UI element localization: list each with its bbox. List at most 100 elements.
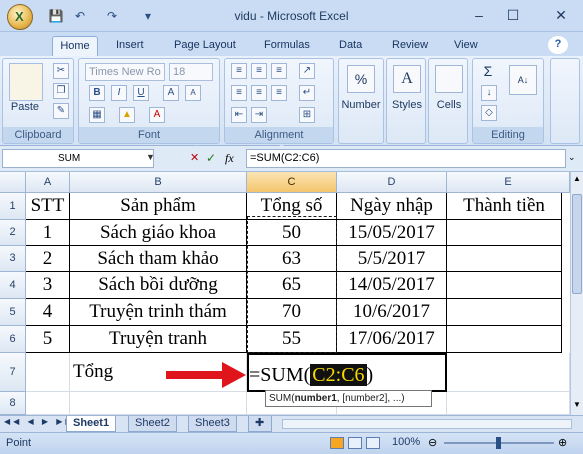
zoom-level[interactable]: 100%	[392, 436, 420, 448]
wrap-text-icon[interactable]: ↵	[299, 85, 315, 101]
help-icon[interactable]: ?	[548, 36, 568, 54]
table-cell[interactable]: Truyện trinh thám	[70, 299, 247, 326]
table-cell[interactable]: Sách bồi dưỡng	[70, 272, 247, 299]
tab-formulas[interactable]: Formulas	[260, 36, 314, 56]
bold-button[interactable]: B	[89, 85, 105, 101]
column-header-d[interactable]: D	[337, 172, 447, 193]
grid-cell[interactable]	[70, 392, 247, 415]
autosum-icon[interactable]: Σ	[479, 63, 497, 79]
styles-group[interactable]: A Styles	[386, 58, 426, 144]
table-header-cell[interactable]: Ngày nhập	[337, 193, 447, 220]
row-header[interactable]: 3	[0, 246, 26, 272]
align-left-icon[interactable]: ≡	[231, 85, 247, 101]
align-bottom-icon[interactable]: ≡	[271, 63, 287, 79]
font-color-icon[interactable]: A	[149, 107, 165, 123]
vertical-scrollbar[interactable]: ▲ ▼	[570, 172, 583, 415]
italic-button[interactable]: I	[111, 85, 127, 101]
scroll-down-icon[interactable]: ▼	[572, 400, 582, 410]
table-cell[interactable]	[447, 326, 562, 353]
percent-icon[interactable]: %	[347, 65, 375, 93]
table-header-cell[interactable]: Sản phẩm	[70, 193, 247, 220]
row-header[interactable]: 5	[0, 299, 26, 326]
table-cell[interactable]: Truyện tranh	[70, 326, 247, 353]
name-box-dropdown-icon[interactable]: ▼	[146, 152, 155, 162]
column-header-b[interactable]: B	[70, 172, 247, 193]
expand-formula-icon[interactable]: ⌄	[568, 152, 576, 163]
row-header[interactable]: 6	[0, 326, 26, 353]
align-middle-icon[interactable]: ≡	[251, 63, 267, 79]
cells-icon[interactable]	[435, 65, 463, 93]
sheet-nav-icons[interactable]: ◀◀ ◀ ▶ ▶▶	[4, 417, 75, 426]
table-cell[interactable]	[447, 272, 562, 299]
format-painter-icon[interactable]: ✎	[53, 103, 69, 119]
font-name-combo[interactable]: Times New Ro	[85, 63, 165, 81]
underline-button[interactable]: U	[133, 85, 149, 101]
column-header-e[interactable]: E	[447, 172, 570, 193]
cells-button[interactable]: Cells	[429, 99, 469, 111]
shrink-font-button[interactable]: A	[185, 85, 201, 101]
scroll-thumb[interactable]	[572, 194, 582, 294]
scroll-up-icon[interactable]: ▲	[572, 174, 582, 184]
fill-icon[interactable]: ↓	[481, 85, 497, 101]
name-box[interactable]: SUM	[2, 149, 154, 168]
minimize-button[interactable]: –	[462, 4, 496, 26]
increase-indent-icon[interactable]: ⇥	[251, 107, 267, 123]
formula-input[interactable]: =SUM(C2:C6)	[246, 149, 566, 168]
sheet-tab-2[interactable]: Sheet2	[128, 416, 177, 432]
cut-icon[interactable]: ✂	[53, 63, 69, 79]
in-cell-formula[interactable]: =SUM(C2:C6)	[249, 363, 373, 387]
table-cell[interactable]: 15/05/2017	[337, 220, 447, 246]
tab-page-layout[interactable]: Page Layout	[170, 36, 240, 56]
function-tooltip[interactable]: SUM(number1, [number2], ...)	[265, 390, 432, 407]
tab-review[interactable]: Review	[388, 36, 432, 56]
paste-button[interactable]: Paste	[5, 101, 45, 113]
sort-filter-icon[interactable]: A↓	[509, 65, 537, 95]
column-header-c[interactable]: C	[247, 172, 337, 193]
align-top-icon[interactable]: ≡	[231, 63, 247, 79]
insert-sheet-icon[interactable]: ✚	[248, 416, 272, 432]
grow-font-button[interactable]: A	[163, 85, 179, 101]
table-cell[interactable]	[447, 220, 562, 246]
table-cell[interactable]	[447, 246, 562, 272]
align-center-icon[interactable]: ≡	[251, 85, 267, 101]
close-button[interactable]: ✕	[542, 4, 580, 26]
font-size-combo[interactable]: 18	[169, 63, 213, 81]
table-header-cell[interactable]: Thành tiền	[447, 193, 562, 220]
grid-cell[interactable]	[447, 392, 570, 415]
fill-color-icon[interactable]: ▲	[119, 107, 135, 123]
table-header-cell[interactable]: STT	[26, 193, 70, 220]
grid-cell[interactable]	[26, 392, 70, 415]
table-cell[interactable]: 4	[26, 299, 70, 326]
select-all-corner[interactable]	[0, 172, 26, 193]
table-cell[interactable]: 5/5/2017	[337, 246, 447, 272]
table-cell[interactable]: 1	[26, 220, 70, 246]
paste-icon[interactable]	[9, 63, 43, 101]
insert-function-icon[interactable]: fx	[225, 151, 234, 166]
page-break-view-icon[interactable]	[366, 437, 380, 449]
tab-insert[interactable]: Insert	[112, 36, 148, 56]
number-button[interactable]: Number	[339, 99, 383, 111]
table-cell[interactable]: Sách tham khảo	[70, 246, 247, 272]
row-header[interactable]: 7	[0, 353, 26, 392]
borders-icon[interactable]: ▦	[89, 107, 105, 123]
styles-icon[interactable]: A	[393, 65, 421, 93]
row-header[interactable]: 8	[0, 392, 26, 415]
sheet-tab-1[interactable]: Sheet1	[66, 416, 117, 432]
table-cell[interactable]: 2	[26, 246, 70, 272]
row-header[interactable]: 1	[0, 193, 26, 220]
number-group[interactable]: % Number	[338, 58, 384, 144]
table-cell[interactable]: 10/6/2017	[337, 299, 447, 326]
restore-button[interactable]: ☐	[496, 4, 530, 26]
tab-home[interactable]: Home	[52, 36, 98, 56]
table-cell[interactable]: 14/05/2017	[337, 272, 447, 299]
grid-cell[interactable]	[447, 353, 570, 392]
normal-view-icon[interactable]	[330, 437, 344, 449]
decrease-indent-icon[interactable]: ⇤	[231, 107, 247, 123]
page-layout-view-icon[interactable]	[348, 437, 362, 449]
table-cell[interactable]: 5	[26, 326, 70, 353]
clear-icon[interactable]: ◇	[481, 105, 497, 121]
zoom-in-icon[interactable]: ⊕	[558, 436, 567, 449]
row-header[interactable]: 2	[0, 220, 26, 246]
table-cell[interactable]	[447, 299, 562, 326]
enter-icon[interactable]: ✓	[206, 151, 216, 165]
